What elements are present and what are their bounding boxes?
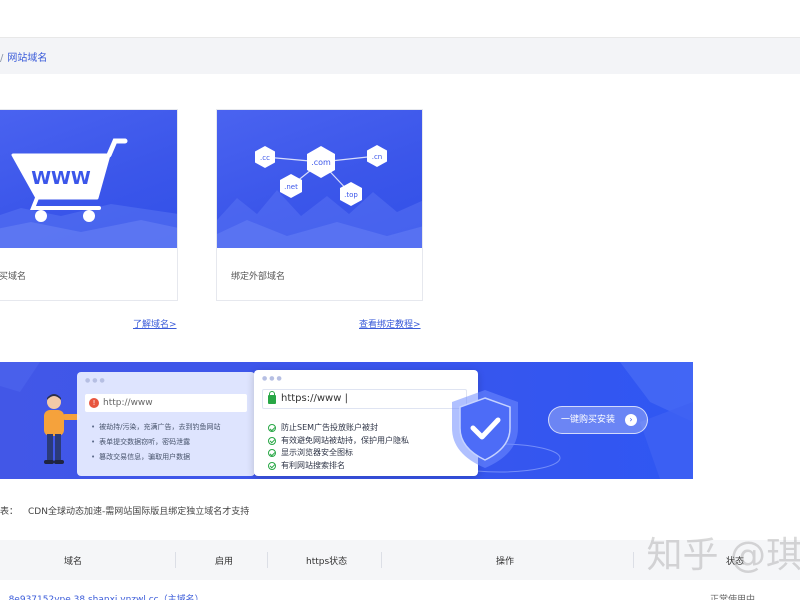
risk-item: 篡改交易信息，骗取用户数据 — [91, 450, 221, 465]
benefit-item: 有效避免网站被劫持，保护用户隐私 — [268, 435, 409, 448]
lock-icon — [268, 391, 276, 404]
col-header-domain: 域名 — [64, 557, 83, 567]
column-divider — [267, 552, 268, 568]
buy-domain-label: 买域名 — [0, 272, 27, 282]
risk-item: 被劫持/污染，充满广告，去到钓鱼网站 — [91, 420, 220, 435]
column-divider — [381, 552, 382, 568]
col-header-enabled: 启用 — [215, 557, 234, 567]
tld-cn-node: .cn — [367, 145, 387, 167]
learn-domain-link[interactable]: 了解域名> — [133, 317, 177, 330]
buy-domain-card[interactable]: WWW 买域名 — [0, 109, 178, 301]
sub-header-bar — [0, 38, 800, 74]
cdn-note: 表： CDN全球动态加速-需网站国际版且绑定独立域名才支持 — [0, 504, 249, 517]
risk-item: 表单提交数据窃听，密码泄露 — [91, 435, 221, 450]
window-dots-icon: ●●● — [262, 375, 284, 382]
buy-domain-illustration: WWW — [0, 110, 177, 248]
check-circle-icon — [268, 449, 276, 457]
svg-text:.cc: .cc — [260, 154, 270, 162]
top-bar — [0, 0, 800, 38]
benefit-item: 有利网站搜索排名 — [268, 460, 409, 473]
ssl-promo-banner[interactable]: ●●● ! http://www 被劫持/污染，充满广告，去到钓鱼网站 表单提交… — [0, 362, 693, 479]
shopping-cart-icon: WWW — [0, 138, 177, 248]
window-dots-icon: ●●● — [85, 377, 107, 384]
arrow-right-icon: › — [625, 414, 637, 426]
svg-text:.net: .net — [284, 183, 298, 191]
column-divider — [175, 552, 176, 568]
table-row-status: 正常使用中 — [710, 595, 756, 600]
benefit-item: 显示浏览器安全图标 — [268, 447, 409, 460]
col-header-actions: 操作 — [496, 557, 515, 567]
buy-button-label: 一键购买安装 — [561, 415, 616, 425]
check-circle-icon — [268, 424, 276, 432]
benefit-list: 防止SEM广告投放账户被封 有效避免网站被劫持，保护用户隐私 显示浏览器安全图标… — [268, 422, 409, 472]
benefit-text: 有利网站搜索排名 — [281, 460, 345, 470]
note-text: CDN全球动态加速-需网站国际版且绑定独立域名才支持 — [28, 507, 250, 517]
bind-domain-card[interactable]: .cc .com .cn .net .top 绑定外部域名 — [216, 109, 423, 301]
insecure-browser-window: ●●● ! http://www 被劫持/污染，充满广告，去到钓鱼网站 表单提交… — [77, 372, 255, 476]
benefit-item: 防止SEM广告投放账户被封 — [268, 422, 409, 435]
insecure-url-bar: ! http://www — [85, 394, 247, 412]
breadcrumb: / 网站域名 — [0, 49, 47, 64]
table-row-domain[interactable]: ...8e937152ype.38.shanxi.ynzwl.cc（主域名） — [0, 592, 204, 600]
secure-url-bar: https://www | — [262, 389, 467, 409]
check-circle-icon — [268, 436, 276, 445]
breadcrumb-separator: / — [0, 53, 4, 64]
cart-www-text: WWW — [31, 168, 91, 189]
secure-url-text: https://www — [281, 393, 342, 404]
bind-domain-illustration: .cc .com .cn .net .top — [217, 110, 422, 248]
zhihu-watermark: 知乎 @琪 — [646, 535, 800, 576]
benefit-text: 有效避免网站被劫持，保护用户隐私 — [281, 435, 409, 445]
bind-domain-label: 绑定外部域名 — [231, 272, 286, 282]
domain-network-icon: .cc .com .cn .net .top — [217, 145, 422, 248]
svg-text:.top: .top — [344, 191, 358, 199]
risk-list: 被劫持/污染，充满广告，去到钓鱼网站 表单提交数据窃听，密码泄露 篡改交易信息，… — [91, 420, 221, 465]
col-header-https-status: https状态 — [306, 557, 348, 567]
svg-text:.com: .com — [311, 158, 331, 167]
tld-cc-node: .cc — [255, 146, 275, 168]
benefit-text: 显示浏览器安全图标 — [281, 448, 353, 457]
view-bind-tutorial-link[interactable]: 查看绑定教程> — [359, 317, 421, 330]
benefit-text: 防止SEM广告投放账户被封 — [281, 423, 379, 432]
shield-check-icon — [452, 390, 518, 468]
svg-text:.cn: .cn — [372, 153, 383, 161]
one-click-buy-install-button[interactable]: 一键购买安装 › — [548, 406, 648, 434]
insecure-url-text: http://www — [103, 398, 153, 408]
note-label: 表： — [0, 507, 19, 517]
check-circle-icon — [268, 461, 276, 470]
tld-net-node: .net — [280, 174, 302, 198]
breadcrumb-current[interactable]: 网站域名 — [7, 53, 47, 64]
warning-icon: ! — [89, 398, 99, 408]
column-divider — [633, 552, 634, 568]
